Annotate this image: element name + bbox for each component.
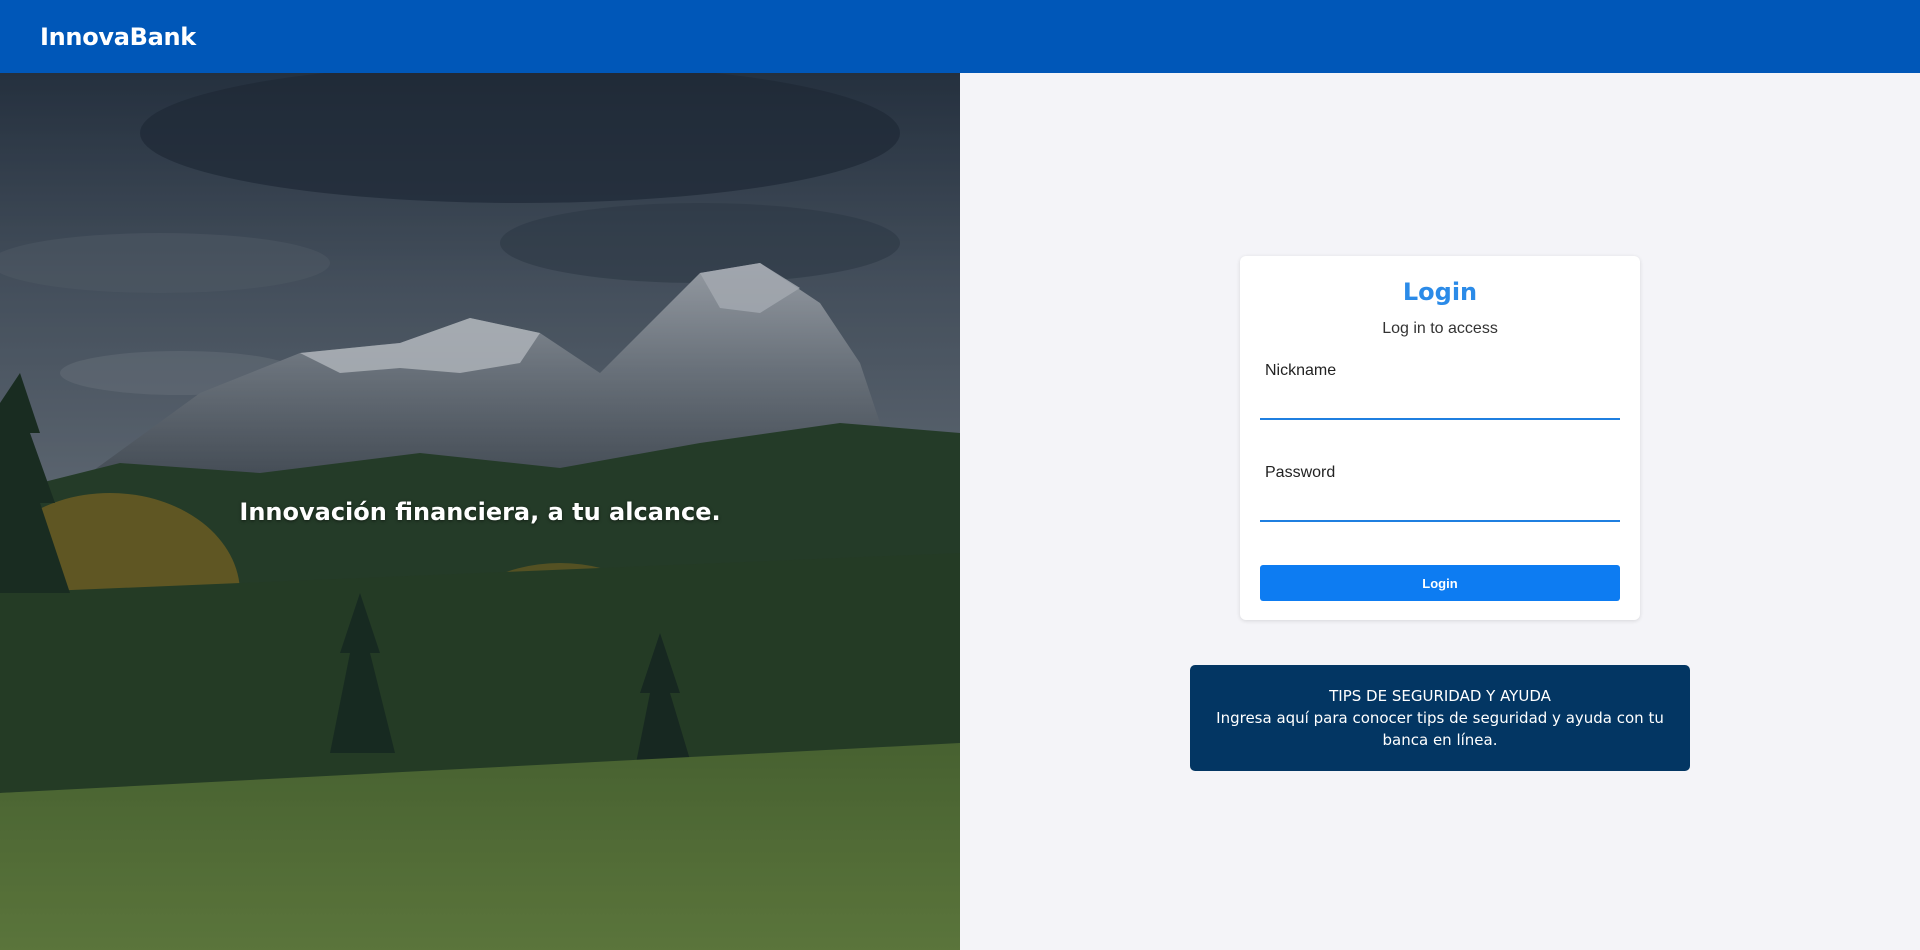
hero-image-panel: Innovación financiera, a tu alcance. [0,73,960,950]
hero-tagline: Innovación financiera, a tu alcance. [239,498,721,526]
password-label: Password [1265,464,1336,481]
login-title: Login [1402,278,1478,306]
tips-body: Ingresa aquí para conocer tips de seguri… [1216,709,1664,749]
nickname-label: Nickname [1265,362,1337,379]
nickname-input[interactable] [1260,390,1620,420]
tips-title: TIPS DE SEGURIDAD Y AYUDA [1329,687,1551,705]
brand-logo[interactable]: InnovaBank [40,23,196,51]
login-button[interactable]: Login [1260,565,1620,601]
login-card: Login Log in to access Nickname Password… [1240,256,1640,620]
security-tips-banner[interactable]: TIPS DE SEGURIDAD Y AYUDA Ingresa aquí p… [1190,665,1690,771]
login-subtitle: Log in to access [1382,320,1498,337]
top-header-bar: InnovaBank [0,0,1920,73]
password-input[interactable] [1260,492,1620,522]
